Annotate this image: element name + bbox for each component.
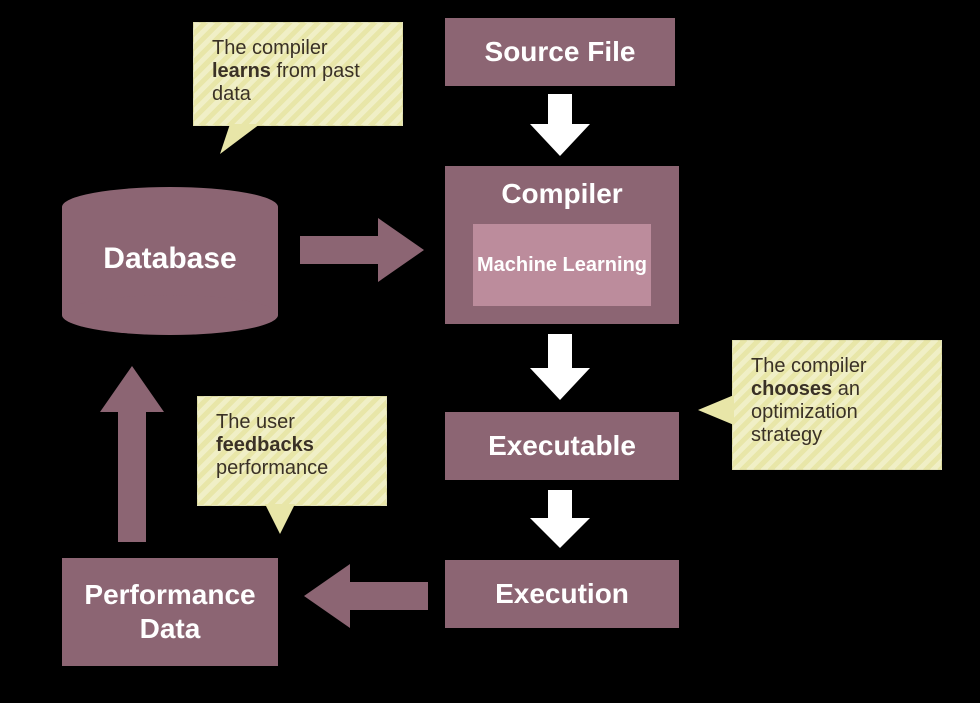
- execution-node: Execution: [445, 560, 679, 628]
- performance-data-node: Performance Data: [62, 558, 278, 666]
- callout-learns-pre: The compiler: [212, 37, 328, 59]
- callout-learns-bold: learns: [212, 60, 271, 82]
- source-file-node: Source File: [445, 18, 675, 86]
- machine-learning-label: Machine Learning: [477, 254, 647, 277]
- callout-chooses-bold: chooses: [751, 378, 832, 400]
- compiler-node: Compiler Machine Learning: [445, 166, 679, 324]
- callout-chooses-pre: The compiler: [751, 355, 867, 377]
- callout-chooses-tail: [698, 395, 738, 435]
- database-node: Database: [62, 205, 278, 313]
- callout-learns-tail: [210, 124, 270, 164]
- callout-chooses: The compiler chooses an optimization str…: [732, 340, 942, 470]
- callout-feedbacks-post: performance: [216, 457, 328, 479]
- arrow-perfdata-to-database: [100, 362, 164, 542]
- callout-feedbacks: The user feedbacks performance: [197, 396, 387, 506]
- arrow-compiler-to-executable: [530, 334, 590, 404]
- callout-feedbacks-pre: The user: [216, 411, 295, 433]
- arrow-source-to-compiler: [530, 94, 590, 160]
- callout-feedbacks-tail: [255, 504, 305, 540]
- performance-data-label: Performance Data: [62, 578, 278, 645]
- machine-learning-subnode: Machine Learning: [473, 224, 651, 306]
- callout-feedbacks-bold: feedbacks: [216, 434, 314, 456]
- callout-learns: The compiler learns from past data: [193, 22, 403, 126]
- executable-node: Executable: [445, 412, 679, 480]
- arrow-executable-to-execution: [530, 490, 590, 552]
- arrow-execution-to-perfdata: [300, 564, 428, 628]
- arrow-database-to-compiler: [300, 218, 428, 282]
- compiler-label: Compiler: [445, 178, 679, 210]
